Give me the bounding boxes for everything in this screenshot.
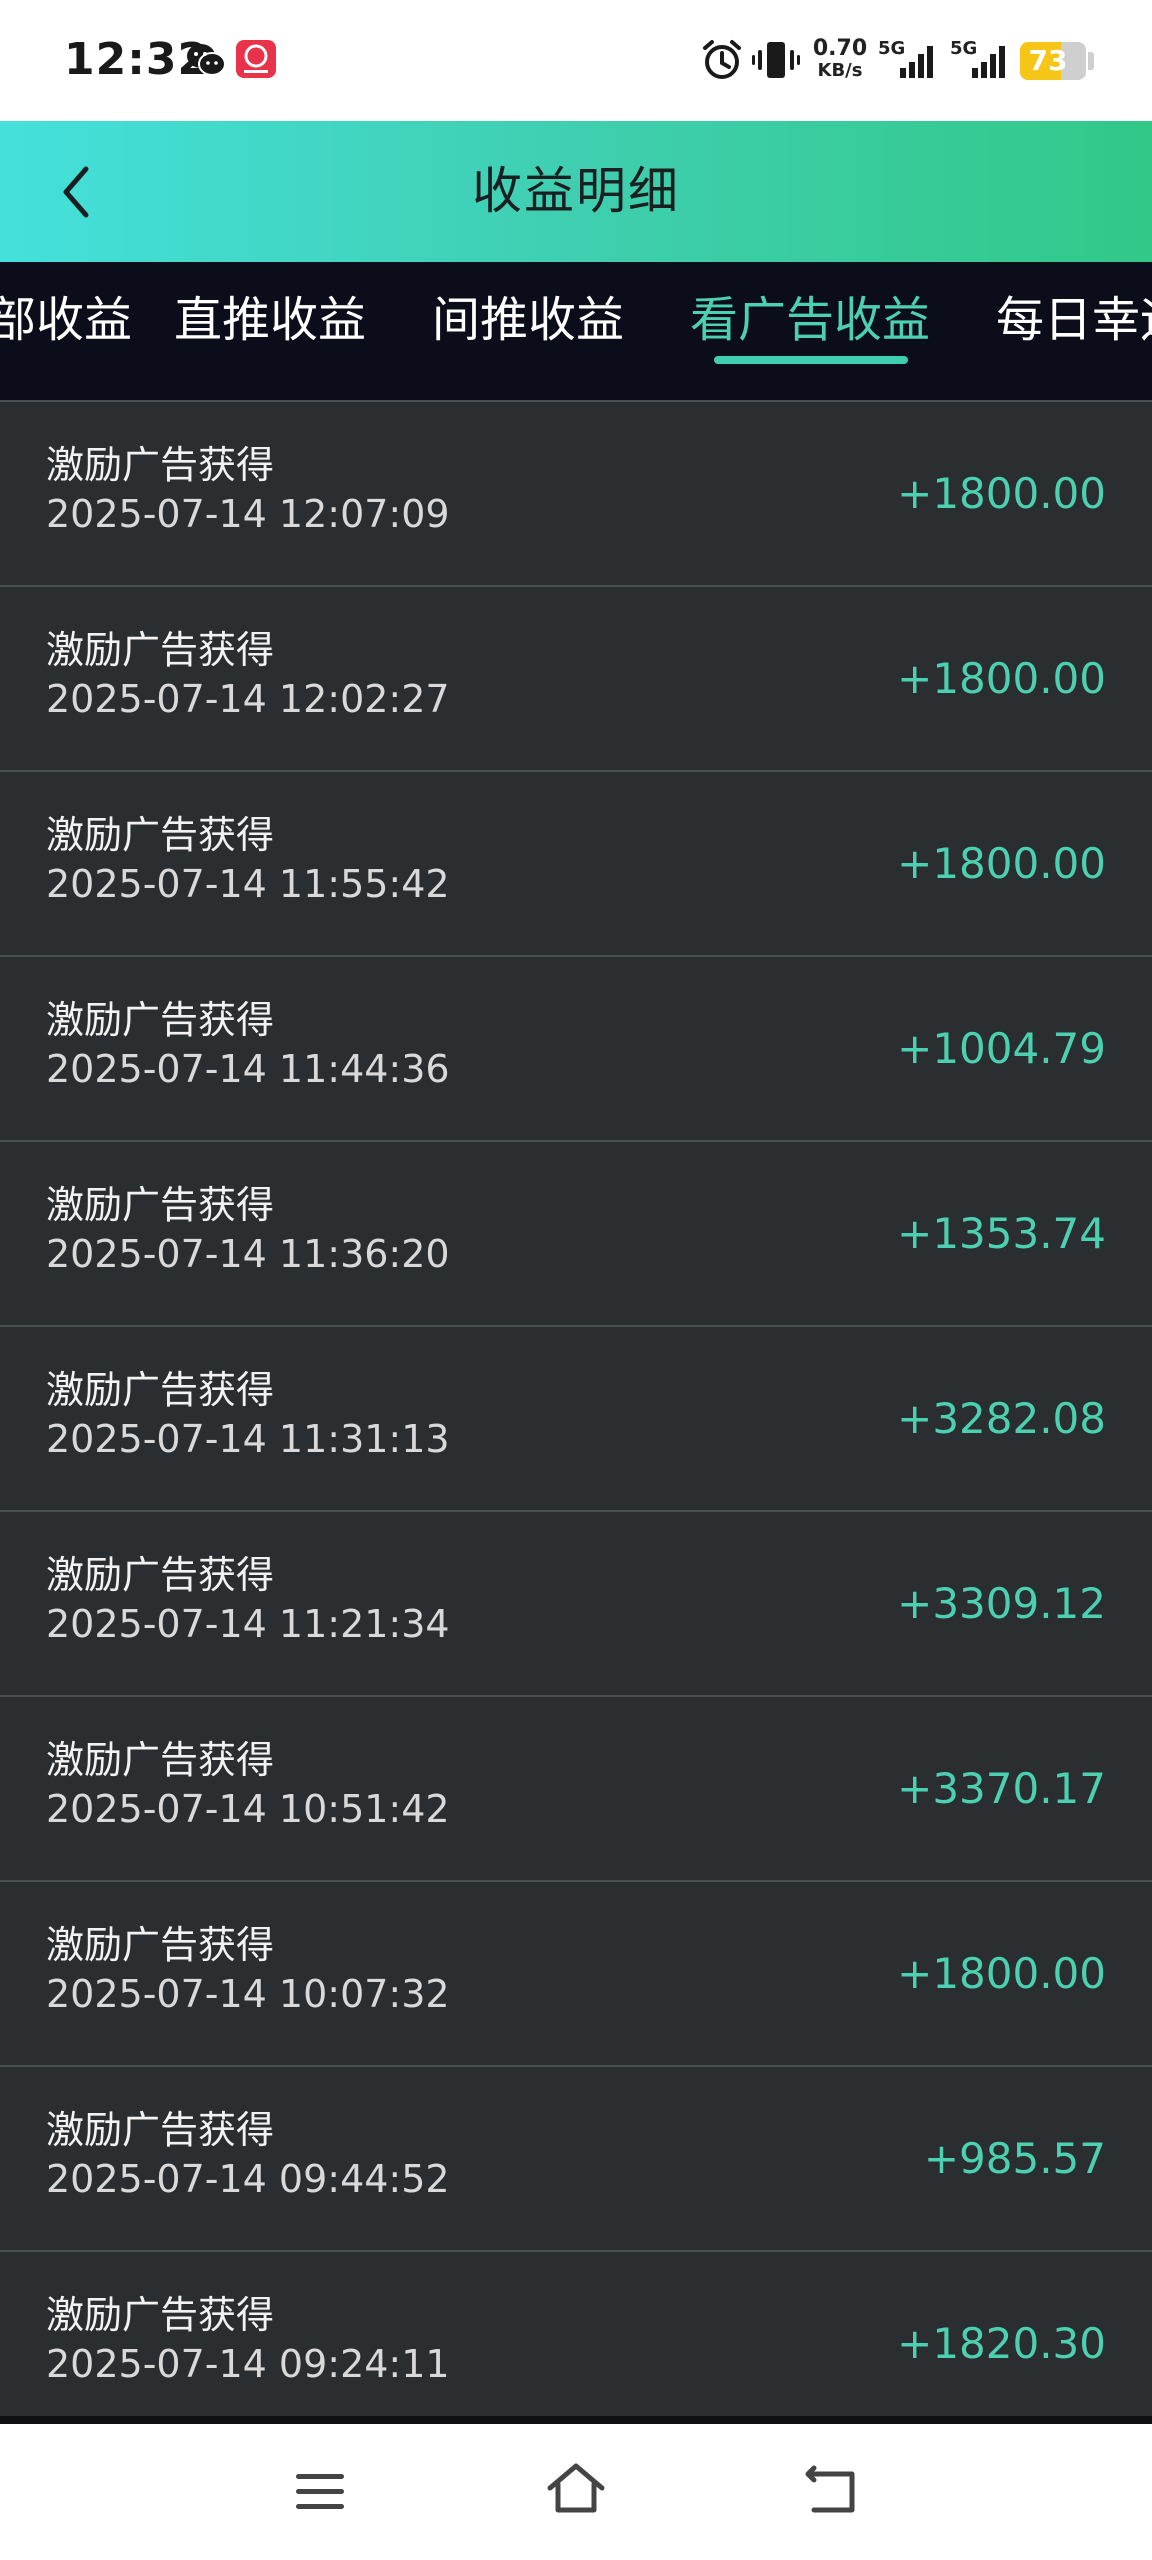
- income-record-row: 激励广告获得 2025-07-14 09:44:52 +985.57: [0, 2065, 1152, 2249]
- record-amount: +1800.00: [897, 654, 1106, 703]
- record-time: 2025-07-14 11:31:13: [46, 1417, 450, 1461]
- nav-home-button[interactable]: [544, 2458, 608, 2522]
- record-time: 2025-07-14 11:21:34: [46, 1602, 450, 1646]
- income-record-row: 激励广告获得 2025-07-14 10:51:42 +3370.17: [0, 1695, 1152, 1879]
- record-time: 2025-07-14 11:44:36: [46, 1047, 450, 1091]
- record-time: 2025-07-14 11:36:20: [46, 1232, 450, 1276]
- record-time: 2025-07-14 09:44:52: [46, 2157, 450, 2201]
- record-time: 2025-07-14 12:02:27: [46, 677, 450, 721]
- record-amount: +1004.79: [897, 1024, 1106, 1073]
- income-record-row: 激励广告获得 2025-07-14 12:07:09 +1800.00: [0, 400, 1152, 584]
- income-record-row: 激励广告获得 2025-07-14 11:31:13 +3282.08: [0, 1325, 1152, 1509]
- income-tabs: 部收益 直推收益 间推收益 看广告收益 每日幸运: [0, 262, 1152, 400]
- record-title: 激励广告获得: [46, 1738, 275, 1782]
- income-record-row: 激励广告获得 2025-07-14 11:55:42 +1800.00: [0, 770, 1152, 954]
- tab-ad-income[interactable]: 看广告收益: [690, 262, 930, 400]
- chevron-left-icon: [63, 166, 89, 218]
- record-amount: +1800.00: [897, 1949, 1106, 1998]
- record-time: 2025-07-14 12:07:09: [46, 492, 450, 536]
- record-time: 2025-07-14 10:07:32: [46, 1972, 450, 2016]
- record-title: 激励广告获得: [46, 1553, 275, 1597]
- record-title: 激励广告获得: [46, 2293, 275, 2337]
- back-button[interactable]: [46, 157, 116, 227]
- network-speed-unit: KB/s: [817, 60, 863, 81]
- header-bar: 收益明细: [0, 121, 1152, 262]
- battery-icon: 73: [1020, 42, 1086, 80]
- wechat-icon: [186, 42, 226, 78]
- record-title: 激励广告获得: [46, 1183, 275, 1227]
- home-icon: [547, 2463, 605, 2513]
- record-amount: +1800.00: [897, 839, 1106, 888]
- record-amount: +3309.12: [897, 1579, 1106, 1628]
- battery-tip: [1088, 52, 1094, 70]
- record-title: 激励广告获得: [46, 1923, 275, 1967]
- record-title: 激励广告获得: [46, 443, 275, 487]
- income-record-row: 激励广告获得 2025-07-14 11:21:34 +3309.12: [0, 1510, 1152, 1694]
- bottom-divider: [0, 2416, 1152, 2424]
- signal-5g-icon-2: 5G: [950, 38, 1014, 82]
- income-record-row: 激励广告获得 2025-07-14 11:44:36 +1004.79: [0, 955, 1152, 1139]
- record-title: 激励广告获得: [46, 2108, 275, 2152]
- network-speed: 0.70 KB/s: [812, 38, 868, 82]
- record-time: 2025-07-14 09:24:11: [46, 2342, 450, 2386]
- vibrate-icon: [752, 38, 800, 82]
- back-arrow-icon: [805, 2465, 855, 2513]
- menu-icon: [296, 2474, 344, 2509]
- record-amount: +3282.08: [897, 1394, 1106, 1443]
- record-amount: +1820.30: [897, 2319, 1106, 2368]
- nav-menu-button[interactable]: [292, 2464, 348, 2520]
- tab-direct-income[interactable]: 直推收益: [174, 262, 366, 400]
- income-record-row: 激励广告获得 2025-07-14 11:36:20 +1353.74: [0, 1140, 1152, 1324]
- record-amount: +3370.17: [897, 1764, 1106, 1813]
- battery-level: 73: [1028, 44, 1068, 77]
- nav-back-button[interactable]: [804, 2462, 864, 2522]
- status-bar: 12:32 0.70 KB/s 5G 5G 73: [0, 0, 1152, 121]
- page-title: 收益明细: [472, 162, 680, 220]
- record-title: 激励广告获得: [46, 813, 275, 857]
- record-amount: +1800.00: [897, 469, 1106, 518]
- active-tab-indicator: [714, 356, 908, 364]
- record-amount: +1353.74: [897, 1209, 1106, 1258]
- record-amount: +985.57: [923, 2134, 1106, 2183]
- record-title: 激励广告获得: [46, 998, 275, 1042]
- income-record-row: 激励广告获得 2025-07-14 10:07:32 +1800.00: [0, 1880, 1152, 2064]
- system-nav-bar: [0, 2424, 1152, 2560]
- tab-all-income[interactable]: 部收益: [0, 262, 132, 400]
- record-title: 激励广告获得: [46, 628, 275, 672]
- app-notification-icon: [236, 40, 276, 78]
- network-speed-value: 0.70: [812, 36, 868, 61]
- record-time: 2025-07-14 10:51:42: [46, 1787, 450, 1831]
- alarm-icon: [700, 38, 744, 82]
- signal-5g-icon: 5G: [878, 38, 942, 82]
- income-record-row: 激励广告获得 2025-07-14 12:02:27 +1800.00: [0, 585, 1152, 769]
- tab-indirect-income[interactable]: 间推收益: [432, 262, 624, 400]
- record-time: 2025-07-14 11:55:42: [46, 862, 450, 906]
- tab-daily-lucky[interactable]: 每日幸运: [996, 262, 1152, 400]
- record-title: 激励广告获得: [46, 1368, 275, 1412]
- income-record-row: 激励广告获得 2025-07-14 09:24:11 +1820.30: [0, 2250, 1152, 2434]
